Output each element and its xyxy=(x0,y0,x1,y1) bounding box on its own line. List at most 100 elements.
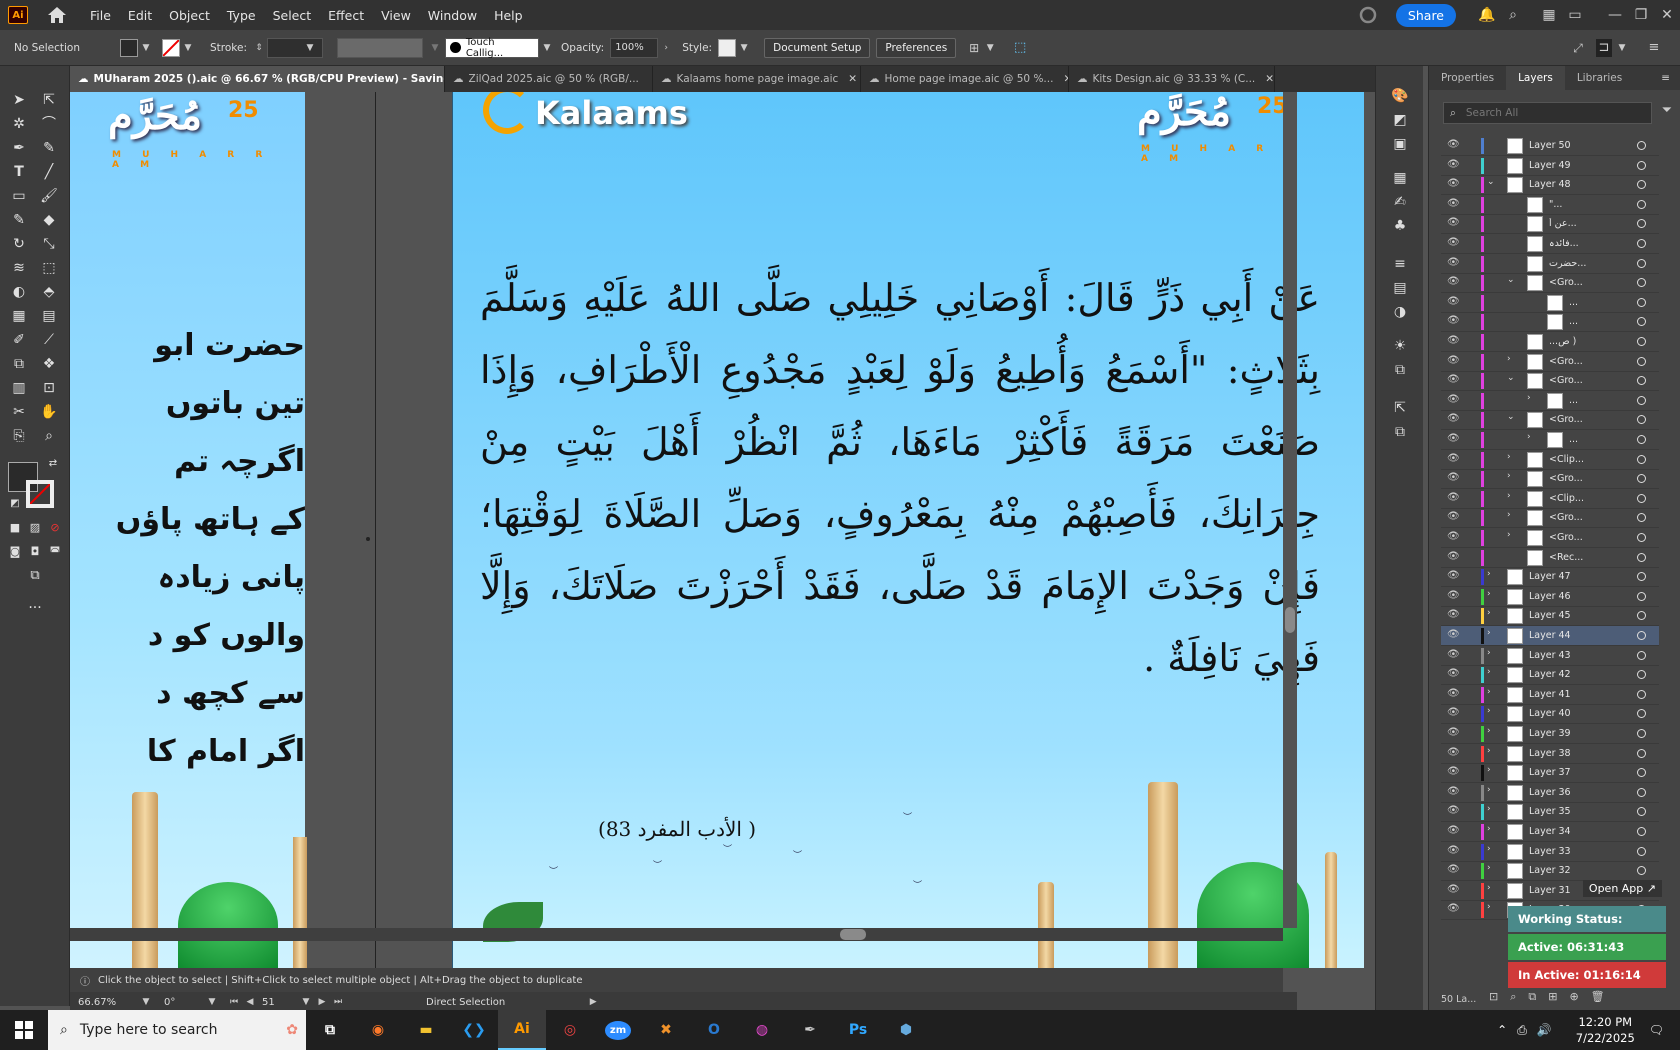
layer-row[interactable]: 👁 ⌄ <Gro... xyxy=(1441,371,1659,392)
chevron-down-icon[interactable]: ▼ xyxy=(982,39,998,57)
bell-icon[interactable]: 🔔 xyxy=(1474,7,1500,23)
visibility-eye-icon[interactable]: 👁 xyxy=(1447,433,1460,444)
target-icon[interactable] xyxy=(1637,141,1646,150)
visibility-eye-icon[interactable]: 👁 xyxy=(1447,492,1460,503)
target-icon[interactable] xyxy=(1637,827,1646,836)
target-icon[interactable] xyxy=(1637,846,1646,856)
home-icon[interactable] xyxy=(46,6,68,24)
previous-artboard-icon[interactable]: ◀ xyxy=(242,993,258,1011)
layer-row[interactable]: 👁 › Layer 42 xyxy=(1441,665,1659,686)
tab-layers[interactable]: Layers xyxy=(1506,66,1565,90)
rectangle-tool-icon[interactable]: ▭ xyxy=(8,186,30,206)
arrange-documents-icon[interactable]: ▦ xyxy=(1536,7,1562,23)
visibility-eye-icon[interactable]: 👁 xyxy=(1447,315,1460,326)
twirl-icon[interactable]: › xyxy=(1507,530,1511,540)
target-icon[interactable] xyxy=(1637,572,1646,582)
target-icon[interactable] xyxy=(1637,415,1646,425)
twirl-icon[interactable]: › xyxy=(1487,863,1491,873)
visibility-eye-icon[interactable]: 👁 xyxy=(1447,805,1460,816)
target-icon[interactable] xyxy=(1637,180,1646,190)
menu-help[interactable]: Help xyxy=(494,8,523,23)
visibility-eye-icon[interactable]: 👁 xyxy=(1447,570,1460,581)
opacity-input[interactable]: 100% xyxy=(610,37,659,58)
twirl-icon[interactable]: › xyxy=(1487,648,1491,658)
variable-width-profile[interactable] xyxy=(337,37,424,58)
twirl-icon[interactable]: › xyxy=(1487,804,1491,814)
network-icon[interactable]: ⎙ xyxy=(1517,1023,1527,1038)
tab-properties[interactable]: Properties xyxy=(1429,66,1506,90)
twirl-icon[interactable]: › xyxy=(1487,706,1491,716)
chevron-down-icon[interactable]: ▼ xyxy=(298,993,314,1011)
visibility-eye-icon[interactable]: 👁 xyxy=(1447,649,1460,660)
chevron-right-icon[interactable]: ▶ xyxy=(585,993,601,1011)
target-icon[interactable] xyxy=(1637,356,1646,366)
target-icon[interactable] xyxy=(1637,591,1646,601)
visibility-eye-icon[interactable]: 👁 xyxy=(1447,394,1460,405)
twirl-icon[interactable]: › xyxy=(1487,883,1491,893)
illustrator-taskbar-icon[interactable]: Ai xyxy=(498,1010,546,1050)
taskbar-search-input[interactable]: ⌕ Type here to search ✿ xyxy=(48,1010,306,1050)
layer-row[interactable]: 👁 Layer 49 xyxy=(1441,156,1659,176)
target-icon[interactable] xyxy=(1637,199,1646,209)
target-icon[interactable] xyxy=(1637,493,1646,503)
libraries-panel-icon[interactable]: ▦ xyxy=(1390,170,1410,188)
first-artboard-icon[interactable]: ⏮ xyxy=(226,993,242,1011)
outlook-icon[interactable]: O xyxy=(690,1010,738,1050)
target-icon[interactable] xyxy=(1637,552,1646,562)
slice-tool-icon[interactable]: ✂ xyxy=(8,402,30,422)
horizontal-scrollbar[interactable] xyxy=(70,928,1283,941)
magic-wand-icon[interactable]: ✲ xyxy=(8,114,30,134)
visibility-eye-icon[interactable]: 👁 xyxy=(1447,786,1460,797)
visibility-eye-icon[interactable]: 👁 xyxy=(1447,845,1460,856)
canvas[interactable]: مُحَرَّم 25 M U H A R R A M حضرت ابو تین… xyxy=(70,92,1375,968)
panel-menu-icon[interactable]: ≡ xyxy=(1661,72,1680,84)
layer-row[interactable]: 👁 › Layer 41 xyxy=(1441,685,1659,705)
twirl-icon[interactable]: › xyxy=(1487,589,1491,599)
gradient-mode-icon[interactable]: ▨ xyxy=(24,518,46,538)
layer-row[interactable]: 👁 › Layer 44 xyxy=(1441,626,1659,646)
none-mode-icon[interactable]: ⊘ xyxy=(44,518,66,538)
draw-behind-icon[interactable]: ◘ xyxy=(24,542,46,562)
layer-row[interactable]: 👁 › Layer 38 xyxy=(1441,744,1659,764)
restore-icon[interactable]: ❐ xyxy=(1628,7,1654,23)
twirl-icon[interactable]: › xyxy=(1487,667,1491,677)
layer-row[interactable]: 👁 › Layer 35 xyxy=(1441,802,1659,823)
visibility-eye-icon[interactable]: 👁 xyxy=(1447,178,1460,189)
stepper-icon[interactable]: ⇕ xyxy=(251,39,267,57)
layer-row[interactable]: 👁 ⌄ <Gro... xyxy=(1441,410,1659,431)
layer-row[interactable]: 👁 <Rec... xyxy=(1441,548,1659,568)
layer-row[interactable]: 👁 ›... xyxy=(1441,430,1659,450)
menu-object[interactable]: Object xyxy=(169,8,210,23)
target-icon[interactable] xyxy=(1637,787,1646,797)
twirl-icon[interactable]: › xyxy=(1527,432,1531,442)
target-icon[interactable] xyxy=(1637,297,1646,307)
notifications-icon[interactable]: 🗨 xyxy=(1649,1023,1664,1037)
swatches-panel-icon[interactable]: ▣ xyxy=(1390,136,1410,154)
visibility-eye-icon[interactable]: 👁 xyxy=(1447,551,1460,562)
target-icon[interactable] xyxy=(1637,317,1646,327)
graphic-styles-icon[interactable]: ⧉ xyxy=(1390,362,1410,380)
layer-row[interactable]: 👁 ⌄ <Gro... xyxy=(1441,273,1659,294)
target-icon[interactable] xyxy=(1637,748,1646,758)
export-icon[interactable]: ⇱ xyxy=(1390,400,1410,418)
target-icon[interactable] xyxy=(1637,219,1646,229)
layer-row[interactable]: 👁 ...ص ) xyxy=(1441,332,1659,352)
target-icon[interactable] xyxy=(1637,454,1646,464)
hamburger-menu-icon[interactable]: ≡ xyxy=(1646,39,1662,57)
visibility-eye-icon[interactable]: 👁 xyxy=(1447,884,1460,895)
visibility-eye-icon[interactable]: 👁 xyxy=(1447,276,1460,287)
visibility-eye-icon[interactable]: 👁 xyxy=(1447,374,1460,385)
draw-inside-icon[interactable]: ◚ xyxy=(44,542,66,562)
stroke-weight-input[interactable]: ▼ xyxy=(267,37,324,58)
app-icon[interactable]: ⬢ xyxy=(882,1010,930,1050)
fill-swatch[interactable] xyxy=(120,38,139,57)
target-icon[interactable] xyxy=(1637,866,1646,876)
twirl-icon[interactable]: › xyxy=(1507,452,1511,462)
twirl-icon[interactable]: › xyxy=(1487,628,1491,638)
measure-icon[interactable]: ⟋ xyxy=(38,330,60,350)
color-panel-icon[interactable]: 🎨 xyxy=(1390,88,1410,106)
screen-mode-icon[interactable]: ⧉ xyxy=(24,566,46,586)
zoom-input[interactable]: 66.67% xyxy=(74,992,138,1012)
twirl-icon[interactable]: › xyxy=(1487,608,1491,618)
twirl-icon[interactable]: ⌄ xyxy=(1507,275,1515,285)
